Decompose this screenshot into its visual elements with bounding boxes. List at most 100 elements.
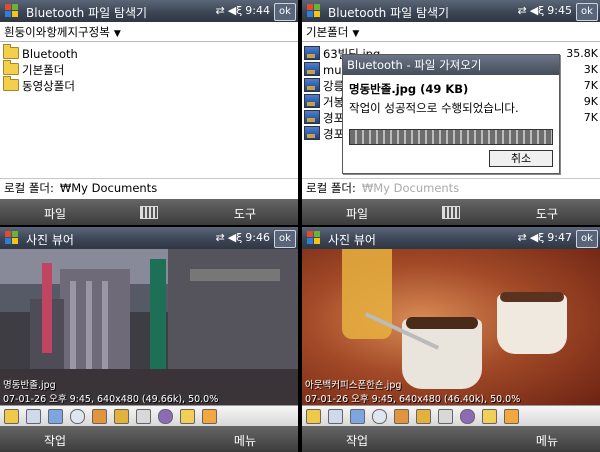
transfer-dialog: Bluetooth - 파일 가져오기 명동반졸.jpg (49 KB) 작업이… [342,54,560,174]
rotate-right-icon[interactable] [114,409,129,424]
menu-action-button[interactable]: 작업 [44,432,66,449]
window-title: 사진 뷰어 [26,233,74,247]
file-size: 7K [583,79,598,92]
zoom-icon[interactable] [372,409,387,424]
sound-icon[interactable] [460,409,475,424]
file-size: 3K [583,63,598,76]
ok-button[interactable]: ok [274,230,296,248]
connectivity-icon[interactable]: ⇄ [517,4,526,17]
clock[interactable]: 9:47 [547,231,572,244]
title-bar: Bluetooth 파일 탐색기 ⇄ ◀ξ 9:44 ok [0,0,298,22]
folder-icon [3,60,19,75]
clock[interactable]: 9:46 [245,231,270,244]
file-size-column: 35.8K 3K 7K 9K 7K [566,46,598,126]
folder-dropdown-label: 흰둥이와항께지구정복 [4,25,110,39]
window-title: Bluetooth 파일 탐색기 [328,6,450,20]
photo-street[interactable]: 명동반졸.jpg 07-01-26 오후 9:45, 640x480 (49.6… [0,249,298,407]
speaker-icon[interactable]: ◀ξ [530,231,545,244]
list-item-label: 기본폴더 [22,63,65,77]
menu-button[interactable]: 메뉴 [536,432,558,449]
photo-coffee[interactable]: 아웃백커피스폰한숀.jpg 07-01-26 오후 9:45, 640x480 … [302,249,600,407]
edit-icon[interactable] [482,409,497,424]
chevron-down-icon: ▼ [352,29,360,39]
start-menu-icon[interactable] [4,3,20,19]
photo-file-name: 아웃백커피스폰한숀.jpg [305,380,402,391]
status-tray[interactable]: ⇄ ◀ξ 9:47 [517,231,572,244]
dialog-message: 작업이 성공적으로 수행되었습니다. [349,101,519,115]
folder-dropdown-label: 기본폴더 [306,25,349,39]
local-folder-value[interactable]: ₩My Documents [60,181,157,195]
sound-icon[interactable] [158,409,173,424]
clock[interactable]: 9:44 [245,4,270,17]
list-item-label: 강릉 [323,79,345,93]
list-item-label: Bluetooth [22,47,78,61]
folder-icon [3,76,19,91]
file-size: 35.8K [566,47,598,60]
edit-icon[interactable] [180,409,195,424]
start-menu-icon[interactable] [4,230,20,246]
slideshow-icon[interactable] [350,409,365,424]
ok-button[interactable]: ok [576,230,598,248]
crop-icon[interactable] [136,409,151,424]
menu-file-button[interactable]: 파일 [346,205,368,222]
soft-key-bar: 작업 메뉴 [0,426,298,452]
menu-tools-button[interactable]: 도구 [536,205,558,222]
speaker-icon[interactable]: ◀ξ [228,231,243,244]
menu-file-button[interactable]: 파일 [44,205,66,222]
list-item[interactable]: 기본폴더 [3,60,78,78]
chevron-down-icon: ▼ [113,29,121,39]
open-folder-icon[interactable] [306,409,321,424]
cancel-button[interactable]: 취소 [489,150,553,167]
list-item[interactable]: 동영상폴더 [3,76,78,94]
local-folder-row: 로컬 폴더: ₩My Documents [302,178,600,198]
status-tray[interactable]: ⇄ ◀ξ 9:44 [215,4,270,17]
keyboard-icon[interactable] [140,206,158,219]
clock[interactable]: 9:45 [547,4,572,17]
folder-dropdown[interactable]: 흰둥이와항께지구정복 ▼ [0,22,298,42]
start-menu-icon[interactable] [306,230,322,246]
thumbnail-icon[interactable] [328,409,343,424]
local-folder-value[interactable]: ₩My Documents [362,181,459,195]
image-file-icon [304,62,320,76]
slideshow-icon[interactable] [48,409,63,424]
rotate-right-icon[interactable] [416,409,431,424]
image-file-icon [304,126,320,140]
draw-icon[interactable] [202,409,217,424]
speaker-icon[interactable]: ◀ξ [530,4,545,17]
local-folder-row: 로컬 폴더: ₩My Documents [0,178,298,198]
crop-icon[interactable] [438,409,453,424]
screen-file-explorer-1: Bluetooth 파일 탐색기 ⇄ ◀ξ 9:44 ok 흰둥이와항께지구정복 ▼ … [0,0,298,225]
connectivity-icon[interactable]: ⇄ [215,231,224,244]
folder-dropdown[interactable]: 기본폴더 ▼ [302,22,600,42]
keyboard-icon[interactable] [442,206,460,219]
dialog-title: Bluetooth - 파일 가져오기 [343,55,559,75]
connectivity-icon[interactable]: ⇄ [517,231,526,244]
list-item[interactable]: Bluetooth [3,44,78,62]
soft-key-bar: 파일 도구 [0,199,298,225]
ok-button[interactable]: ok [576,3,598,21]
menu-action-button[interactable]: 작업 [346,432,368,449]
menu-tools-button[interactable]: 도구 [234,205,256,222]
viewer-toolbar [302,405,600,426]
rotate-left-icon[interactable] [92,409,107,424]
draw-icon[interactable] [504,409,519,424]
progress-bar [349,129,553,145]
list-item-label: 동영상폴더 [22,79,75,93]
image-file-icon [304,94,320,108]
file-size: 9K [583,95,598,108]
rotate-left-icon[interactable] [394,409,409,424]
start-menu-icon[interactable] [306,3,322,19]
speaker-icon[interactable]: ◀ξ [228,4,243,17]
ok-button[interactable]: ok [274,3,296,21]
open-folder-icon[interactable] [4,409,19,424]
menu-button[interactable]: 메뉴 [234,432,256,449]
local-folder-label: 로컬 폴더: [306,181,356,195]
title-bar: 사진 뷰어 ⇄ ◀ξ 9:46 ok [0,227,298,249]
status-tray[interactable]: ⇄ ◀ξ 9:46 [215,231,270,244]
thumbnail-icon[interactable] [26,409,41,424]
status-tray[interactable]: ⇄ ◀ξ 9:45 [517,4,572,17]
zoom-icon[interactable] [70,409,85,424]
connectivity-icon[interactable]: ⇄ [215,4,224,17]
dialog-file-name: 명동반졸.jpg (49 KB) [349,82,469,96]
photo-info: 07-01-26 오후 9:45, 640x480 (49.66k), 50.0… [3,394,219,405]
